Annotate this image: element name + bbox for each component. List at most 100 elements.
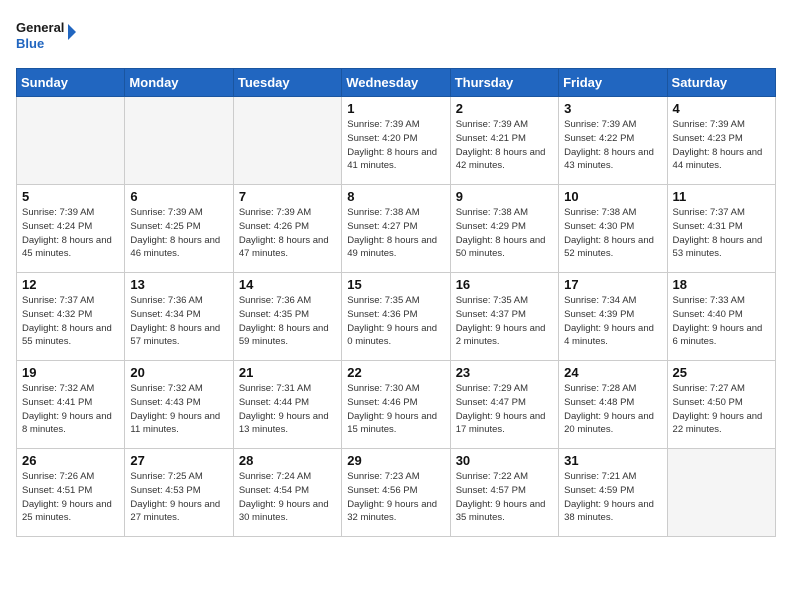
day-detail: Sunrise: 7:27 AM Sunset: 4:50 PM Dayligh… [673, 382, 770, 437]
day-detail: Sunrise: 7:36 AM Sunset: 4:34 PM Dayligh… [130, 294, 227, 349]
day-detail: Sunrise: 7:37 AM Sunset: 4:31 PM Dayligh… [673, 206, 770, 261]
logo-svg: GeneralBlue [16, 16, 76, 56]
calendar-cell: 29 Sunrise: 7:23 AM Sunset: 4:56 PM Dayli… [342, 449, 450, 537]
day-number: 25 [673, 365, 770, 380]
day-detail: Sunrise: 7:39 AM Sunset: 4:24 PM Dayligh… [22, 206, 119, 261]
day-number: 2 [456, 101, 553, 116]
day-detail: Sunrise: 7:37 AM Sunset: 4:32 PM Dayligh… [22, 294, 119, 349]
day-detail: Sunrise: 7:28 AM Sunset: 4:48 PM Dayligh… [564, 382, 661, 437]
calendar-cell: 27 Sunrise: 7:25 AM Sunset: 4:53 PM Dayli… [125, 449, 233, 537]
calendar-cell: 3Sunrise: 7:39 AM Sunset: 4:22 PM Daylig… [559, 97, 667, 185]
day-number: 27 [130, 453, 227, 468]
calendar-cell: 15 Sunrise: 7:35 AM Sunset: 4:36 PM Dayli… [342, 273, 450, 361]
calendar-cell: 12 Sunrise: 7:37 AM Sunset: 4:32 PM Dayli… [17, 273, 125, 361]
calendar-header-thursday: Thursday [450, 69, 558, 97]
day-number: 15 [347, 277, 444, 292]
calendar-cell: 8 Sunrise: 7:38 AM Sunset: 4:27 PM Daylig… [342, 185, 450, 273]
calendar-cell: 24 Sunrise: 7:28 AM Sunset: 4:48 PM Dayli… [559, 361, 667, 449]
calendar-cell: 19 Sunrise: 7:32 AM Sunset: 4:41 PM Dayli… [17, 361, 125, 449]
calendar-cell [17, 97, 125, 185]
day-detail: Sunrise: 7:30 AM Sunset: 4:46 PM Dayligh… [347, 382, 444, 437]
calendar-cell: 16 Sunrise: 7:35 AM Sunset: 4:37 PM Dayli… [450, 273, 558, 361]
week-row-5: 26 Sunrise: 7:26 AM Sunset: 4:51 PM Dayli… [17, 449, 776, 537]
day-number: 4 [673, 101, 770, 116]
calendar-cell: 21 Sunrise: 7:31 AM Sunset: 4:44 PM Dayli… [233, 361, 341, 449]
calendar-cell: 2 Sunrise: 7:39 AM Sunset: 4:21 PM Daylig… [450, 97, 558, 185]
day-detail: Sunrise: 7:34 AM Sunset: 4:39 PM Dayligh… [564, 294, 661, 349]
day-detail: Sunrise: 7:29 AM Sunset: 4:47 PM Dayligh… [456, 382, 553, 437]
week-row-1: 1 Sunrise: 7:39 AM Sunset: 4:20 PM Daylig… [17, 97, 776, 185]
day-detail: Sunrise: 7:35 AM Sunset: 4:36 PM Dayligh… [347, 294, 444, 349]
day-detail: Sunrise: 7:39 AM Sunset: 4:21 PM Dayligh… [456, 118, 553, 173]
day-number: 26 [22, 453, 119, 468]
calendar-header-sunday: Sunday [17, 69, 125, 97]
calendar-header-tuesday: Tuesday [233, 69, 341, 97]
day-number: 17 [564, 277, 661, 292]
calendar-cell: 6 Sunrise: 7:39 AM Sunset: 4:25 PM Daylig… [125, 185, 233, 273]
day-detail: Sunrise: 7:35 AM Sunset: 4:37 PM Dayligh… [456, 294, 553, 349]
day-number: 9 [456, 189, 553, 204]
calendar-header-wednesday: Wednesday [342, 69, 450, 97]
day-number: 21 [239, 365, 336, 380]
logo: GeneralBlue [16, 16, 76, 56]
calendar-header-monday: Monday [125, 69, 233, 97]
day-detail: Sunrise: 7:24 AM Sunset: 4:54 PM Dayligh… [239, 470, 336, 525]
calendar-cell: 7Sunrise: 7:39 AM Sunset: 4:26 PM Daylig… [233, 185, 341, 273]
page-header: GeneralBlue [16, 16, 776, 56]
calendar-cell: 11Sunrise: 7:37 AM Sunset: 4:31 PM Dayli… [667, 185, 775, 273]
calendar-cell: 20 Sunrise: 7:32 AM Sunset: 4:43 PM Dayli… [125, 361, 233, 449]
calendar-header-saturday: Saturday [667, 69, 775, 97]
day-number: 12 [22, 277, 119, 292]
day-detail: Sunrise: 7:31 AM Sunset: 4:44 PM Dayligh… [239, 382, 336, 437]
calendar-header-friday: Friday [559, 69, 667, 97]
day-detail: Sunrise: 7:32 AM Sunset: 4:43 PM Dayligh… [130, 382, 227, 437]
day-detail: Sunrise: 7:25 AM Sunset: 4:53 PM Dayligh… [130, 470, 227, 525]
calendar-cell [125, 97, 233, 185]
day-number: 18 [673, 277, 770, 292]
week-row-2: 5 Sunrise: 7:39 AM Sunset: 4:24 PM Daylig… [17, 185, 776, 273]
calendar-cell: 17 Sunrise: 7:34 AM Sunset: 4:39 PM Dayli… [559, 273, 667, 361]
day-number: 28 [239, 453, 336, 468]
day-detail: Sunrise: 7:36 AM Sunset: 4:35 PM Dayligh… [239, 294, 336, 349]
day-number: 20 [130, 365, 227, 380]
day-detail: Sunrise: 7:32 AM Sunset: 4:41 PM Dayligh… [22, 382, 119, 437]
day-number: 5 [22, 189, 119, 204]
calendar-cell: 5 Sunrise: 7:39 AM Sunset: 4:24 PM Daylig… [17, 185, 125, 273]
day-number: 6 [130, 189, 227, 204]
calendar-table: SundayMondayTuesdayWednesdayThursdayFrid… [16, 68, 776, 537]
day-detail: Sunrise: 7:39 AM Sunset: 4:25 PM Dayligh… [130, 206, 227, 261]
day-number: 16 [456, 277, 553, 292]
day-number: 30 [456, 453, 553, 468]
calendar-cell: 18 Sunrise: 7:33 AM Sunset: 4:40 PM Dayli… [667, 273, 775, 361]
day-detail: Sunrise: 7:39 AM Sunset: 4:20 PM Dayligh… [347, 118, 444, 173]
calendar-cell: 23 Sunrise: 7:29 AM Sunset: 4:47 PM Dayli… [450, 361, 558, 449]
calendar-cell: 4 Sunrise: 7:39 AM Sunset: 4:23 PM Daylig… [667, 97, 775, 185]
calendar-cell: 28 Sunrise: 7:24 AM Sunset: 4:54 PM Dayli… [233, 449, 341, 537]
calendar-cell: 31Sunrise: 7:21 AM Sunset: 4:59 PM Dayli… [559, 449, 667, 537]
calendar-cell: 30 Sunrise: 7:22 AM Sunset: 4:57 PM Dayli… [450, 449, 558, 537]
day-detail: Sunrise: 7:39 AM Sunset: 4:23 PM Dayligh… [673, 118, 770, 173]
day-detail: Sunrise: 7:33 AM Sunset: 4:40 PM Dayligh… [673, 294, 770, 349]
calendar-cell: 10Sunrise: 7:38 AM Sunset: 4:30 PM Dayli… [559, 185, 667, 273]
day-number: 10 [564, 189, 661, 204]
day-detail: Sunrise: 7:26 AM Sunset: 4:51 PM Dayligh… [22, 470, 119, 525]
svg-text:General: General [16, 20, 64, 35]
day-number: 8 [347, 189, 444, 204]
svg-text:Blue: Blue [16, 36, 44, 51]
day-number: 24 [564, 365, 661, 380]
day-number: 14 [239, 277, 336, 292]
week-row-3: 12 Sunrise: 7:37 AM Sunset: 4:32 PM Dayli… [17, 273, 776, 361]
calendar-cell: 26 Sunrise: 7:26 AM Sunset: 4:51 PM Dayli… [17, 449, 125, 537]
day-detail: Sunrise: 7:39 AM Sunset: 4:26 PM Dayligh… [239, 206, 336, 261]
day-number: 19 [22, 365, 119, 380]
calendar-cell: 14 Sunrise: 7:36 AM Sunset: 4:35 PM Dayli… [233, 273, 341, 361]
day-detail: Sunrise: 7:22 AM Sunset: 4:57 PM Dayligh… [456, 470, 553, 525]
day-detail: Sunrise: 7:38 AM Sunset: 4:27 PM Dayligh… [347, 206, 444, 261]
day-number: 29 [347, 453, 444, 468]
day-detail: Sunrise: 7:21 AM Sunset: 4:59 PM Dayligh… [564, 470, 661, 525]
week-row-4: 19 Sunrise: 7:32 AM Sunset: 4:41 PM Dayli… [17, 361, 776, 449]
day-number: 1 [347, 101, 444, 116]
day-number: 23 [456, 365, 553, 380]
day-detail: Sunrise: 7:23 AM Sunset: 4:56 PM Dayligh… [347, 470, 444, 525]
calendar-cell: 1 Sunrise: 7:39 AM Sunset: 4:20 PM Daylig… [342, 97, 450, 185]
